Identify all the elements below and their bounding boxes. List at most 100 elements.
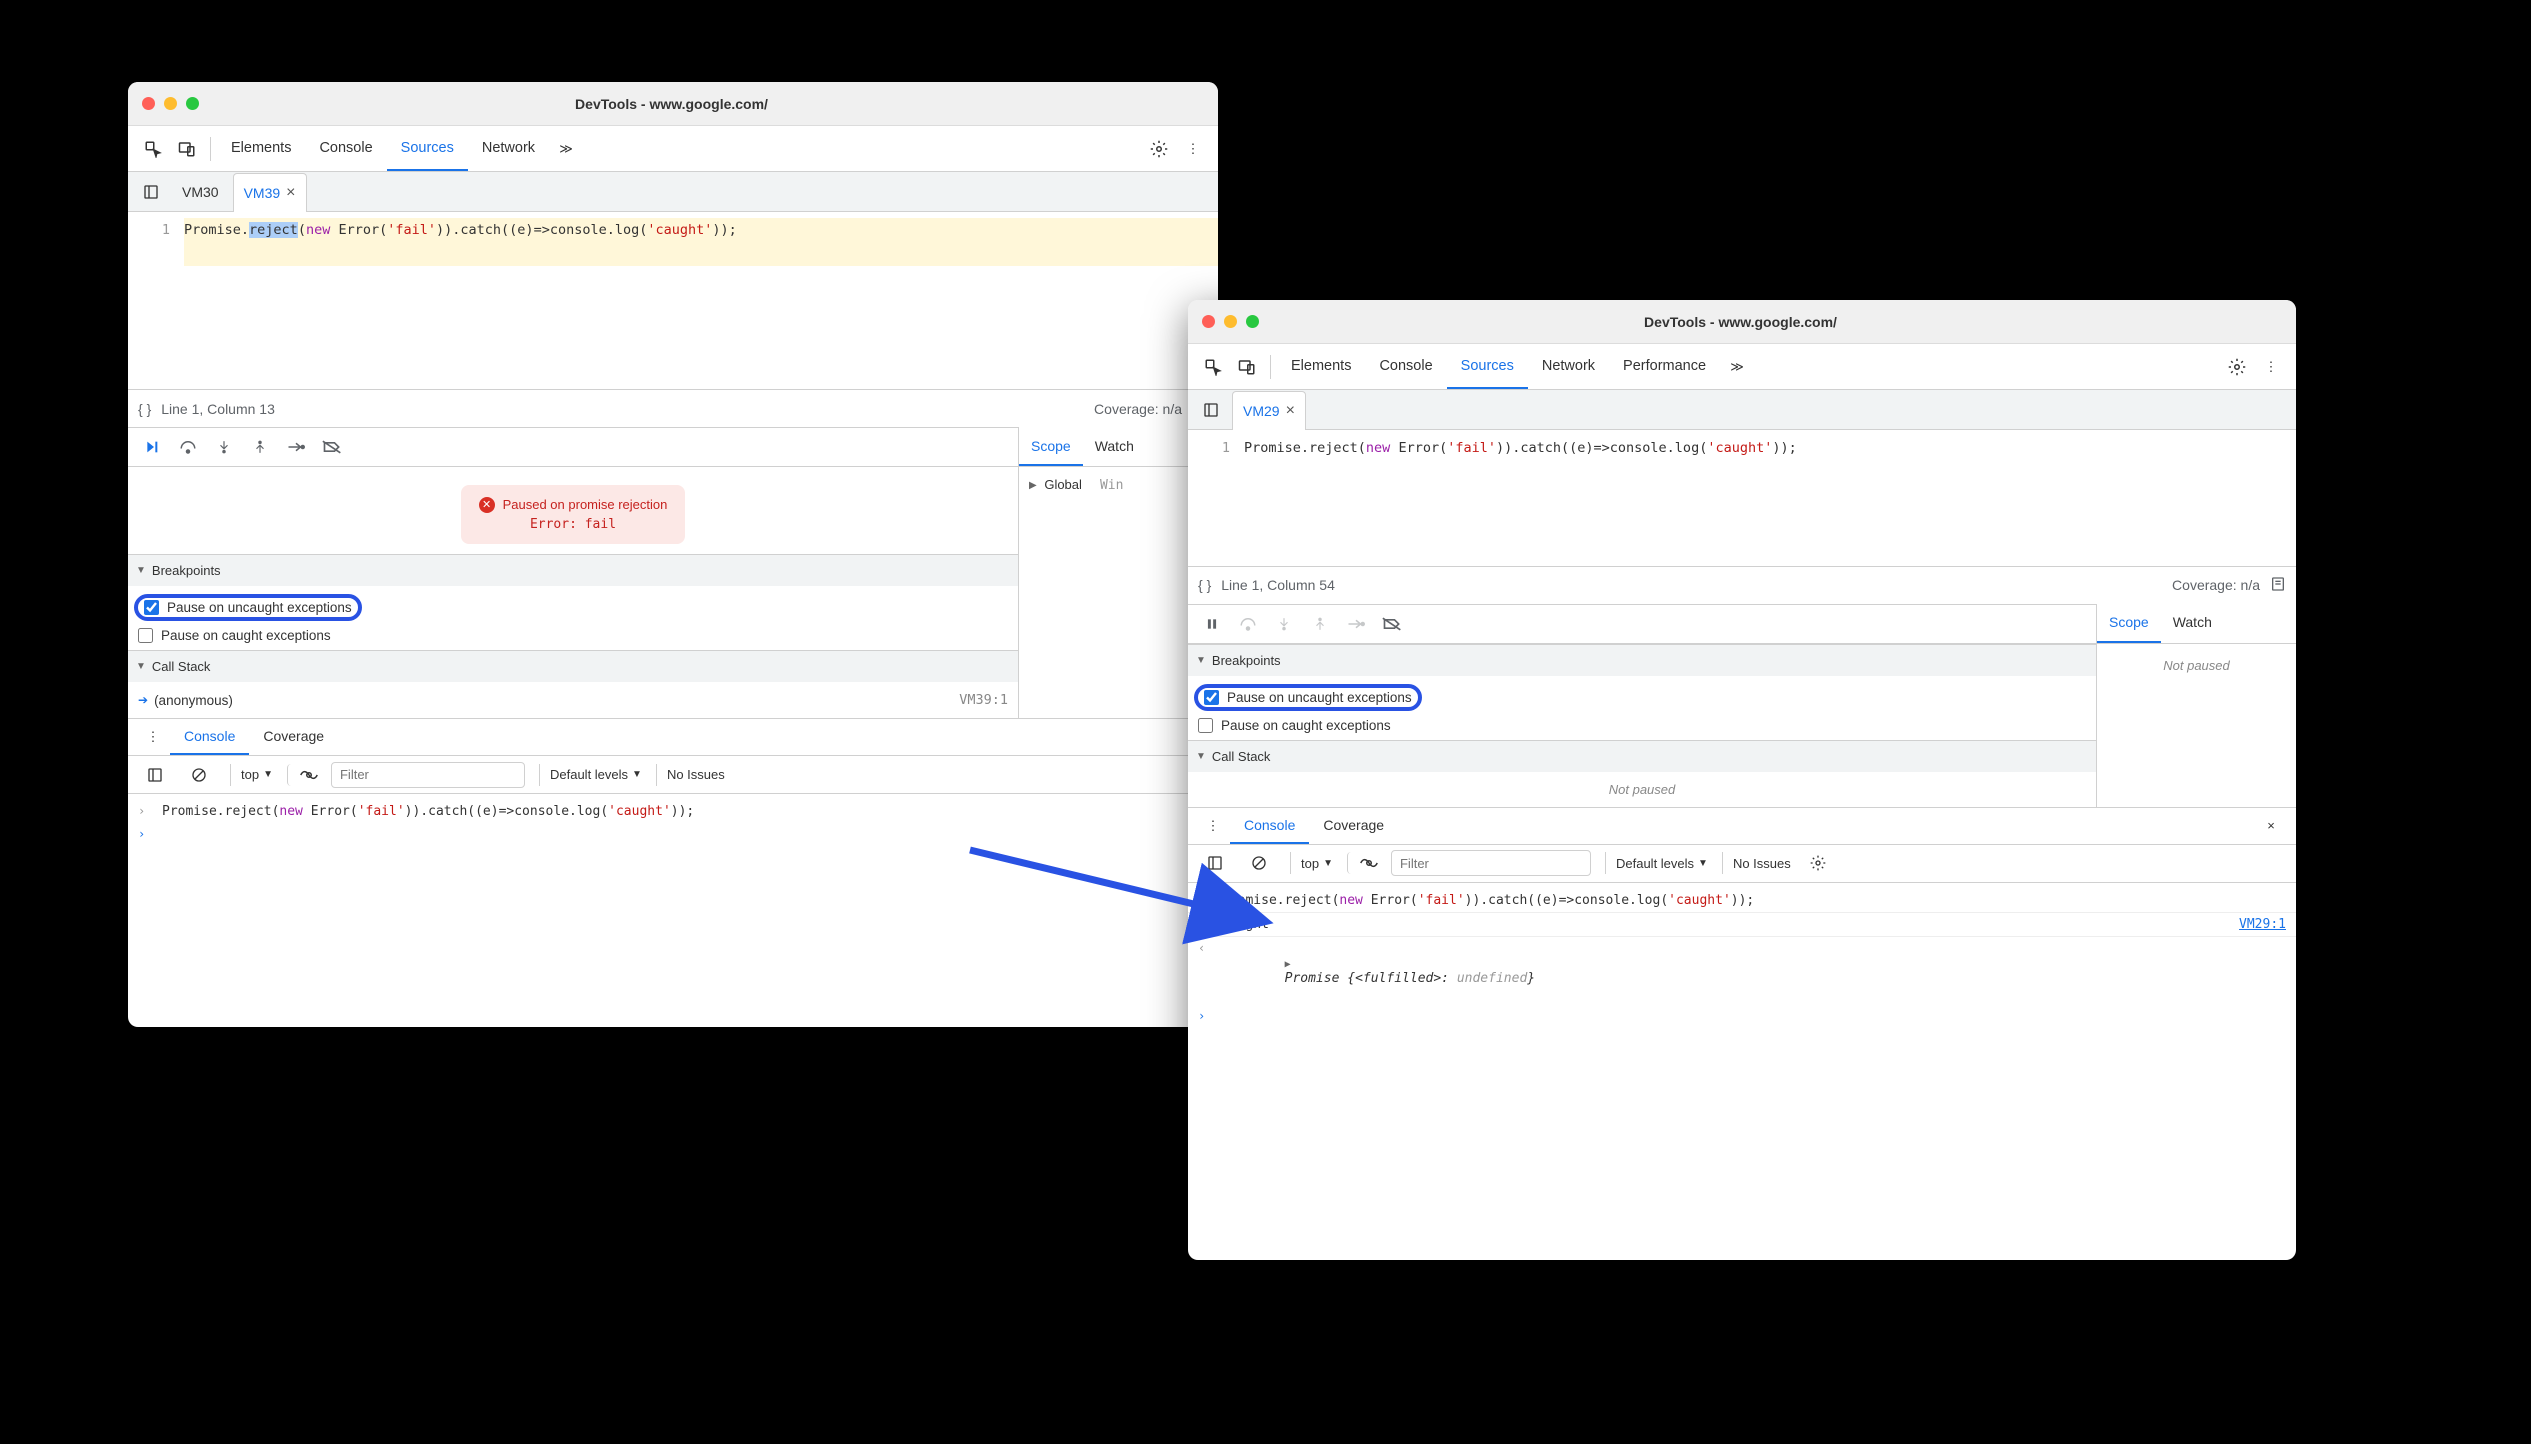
inspect-element-icon[interactable] [136,132,170,166]
pretty-print-icon[interactable]: { } [1198,577,1211,593]
live-expression-icon[interactable] [1347,852,1381,874]
filter-input[interactable] [1391,850,1591,876]
clear-console-icon[interactable] [1242,846,1276,880]
issues-counter[interactable]: No Issues [656,764,725,786]
call-stack-frame[interactable]: ➔ (anonymous) VM39:1 [128,686,1018,714]
close-icon[interactable]: × [1286,403,1295,419]
more-tabs-icon[interactable]: ≫ [1720,350,1754,384]
close-icon[interactable]: × [286,185,295,201]
scope-tab[interactable]: Scope [1019,427,1083,466]
file-tab-active[interactable]: VM39 × [233,173,307,212]
deactivate-breakpoints-icon[interactable] [318,433,346,461]
tab-network[interactable]: Network [1528,344,1609,389]
coverage-label: Coverage: n/a [2172,577,2260,593]
pause-caught-checkbox[interactable] [1198,718,1213,733]
pause-caught-checkbox-row[interactable]: Pause on caught exceptions [1188,715,2096,736]
log-levels-selector[interactable]: Default levels ▼ [1605,852,1708,874]
pause-uncaught-checkbox[interactable] [1204,690,1219,705]
kebab-menu-icon[interactable]: ⋮ [1196,809,1230,843]
call-stack-header[interactable]: ▼ Call Stack [1188,740,2096,772]
live-expression-icon[interactable] [287,764,321,786]
pause-caught-checkbox[interactable] [138,628,153,643]
more-tabs-icon[interactable]: ≫ [549,132,583,166]
pause-uncaught-checkbox-row[interactable]: Pause on uncaught exceptions [1194,684,1422,711]
console-prompt[interactable]: › [128,823,1218,845]
step-out-icon[interactable] [246,433,274,461]
context-selector[interactable]: top ▼ [230,764,273,786]
tab-network[interactable]: Network [468,126,549,171]
window-controls [142,97,199,110]
console-body[interactable]: › Promise.reject(new Error('fail')).catc… [128,794,1218,851]
console-settings-icon[interactable] [1801,846,1835,880]
drawer-tab-console[interactable]: Console [1230,808,1309,844]
settings-icon[interactable] [1142,132,1176,166]
drawer-tab-console[interactable]: Console [170,719,249,755]
call-stack-header[interactable]: ▼ Call Stack [128,650,1018,682]
kebab-menu-icon[interactable]: ⋮ [136,720,170,754]
drawer-tab-coverage[interactable]: Coverage [249,719,338,755]
issues-counter[interactable]: No Issues [1722,852,1791,874]
zoom-window-button[interactable] [186,97,199,110]
step-icon[interactable] [282,433,310,461]
pause-icon[interactable] [1198,610,1226,638]
file-tab-inactive[interactable]: VM30 [172,172,229,211]
close-window-button[interactable] [1202,315,1215,328]
minimize-window-button[interactable] [164,97,177,110]
device-toolbar-icon[interactable] [170,132,204,166]
tab-elements[interactable]: Elements [1277,344,1365,389]
watch-tab[interactable]: Watch [2161,604,2224,643]
sidebar-toggle-icon[interactable] [1198,846,1232,880]
chevron-right-icon[interactable]: ▶ [1029,480,1037,491]
device-toolbar-icon[interactable] [1230,350,1264,384]
tab-sources[interactable]: Sources [387,126,468,171]
deactivate-breakpoints-icon[interactable] [1378,610,1406,638]
code-editor[interactable]: 1 Promise.reject(new Error('fail')).catc… [128,212,1218,272]
file-tab-active[interactable]: VM29 × [1232,391,1306,430]
close-window-button[interactable] [142,97,155,110]
drawer-tab-coverage[interactable]: Coverage [1309,808,1398,844]
settings-icon[interactable] [2220,350,2254,384]
console-body[interactable]: › Promise.reject(new Error('fail')).catc… [1188,883,2296,1033]
devtools-window-notpaused: DevTools - www.google.com/ Elements Cons… [1188,300,2296,1260]
pause-caught-checkbox-row[interactable]: Pause on caught exceptions [128,625,1018,646]
pretty-print-icon[interactable]: { } [138,401,151,417]
kebab-menu-icon[interactable]: ⋮ [2254,350,2288,384]
error-icon: ✕ [479,497,495,513]
log-source-link[interactable]: VM29:1 [2239,917,2286,932]
clear-console-icon[interactable] [182,758,216,792]
minimize-window-button[interactable] [1224,315,1237,328]
tab-console[interactable]: Console [1365,344,1446,389]
context-selector[interactable]: top ▼ [1290,852,1333,874]
chevron-right-icon[interactable]: ▶ [1285,959,1297,970]
tab-sources[interactable]: Sources [1447,344,1528,389]
step-out-icon [1306,610,1334,638]
breakpoints-section-header[interactable]: ▼ Breakpoints [1188,644,2096,676]
tab-console[interactable]: Console [305,126,386,171]
watch-tab[interactable]: Watch [1083,427,1146,466]
step-over-icon[interactable] [174,433,202,461]
breakpoints-section-header[interactable]: ▼ Breakpoints [128,554,1018,586]
scope-global-label[interactable]: Global [1044,477,1082,492]
code-editor[interactable]: 1 Promise.reject(new Error('fail')).catc… [1188,430,2296,490]
chevron-down-icon: ▼ [1196,751,1206,762]
inspect-element-icon[interactable] [1196,350,1230,384]
step-into-icon[interactable] [210,433,238,461]
breakpoints-label: Breakpoints [1212,653,1281,668]
filter-input[interactable] [331,762,525,788]
console-prompt[interactable]: › [1188,1005,2296,1027]
file-tab-label: VM29 [1243,403,1280,419]
resume-icon[interactable] [138,433,166,461]
pause-uncaught-checkbox[interactable] [144,600,159,615]
log-levels-selector[interactable]: Default levels ▼ [539,764,642,786]
zoom-window-button[interactable] [1246,315,1259,328]
coverage-sheet-icon[interactable] [2270,576,2286,595]
pause-uncaught-checkbox-row[interactable]: Pause on uncaught exceptions [134,594,362,621]
navigator-toggle-icon[interactable] [134,175,168,209]
close-drawer-icon[interactable]: × [2254,809,2288,843]
navigator-toggle-icon[interactable] [1194,393,1228,427]
scope-tab[interactable]: Scope [2097,604,2161,643]
tab-elements[interactable]: Elements [217,126,305,171]
kebab-menu-icon[interactable]: ⋮ [1176,132,1210,166]
sidebar-toggle-icon[interactable] [138,758,172,792]
tab-performance[interactable]: Performance [1609,344,1720,389]
